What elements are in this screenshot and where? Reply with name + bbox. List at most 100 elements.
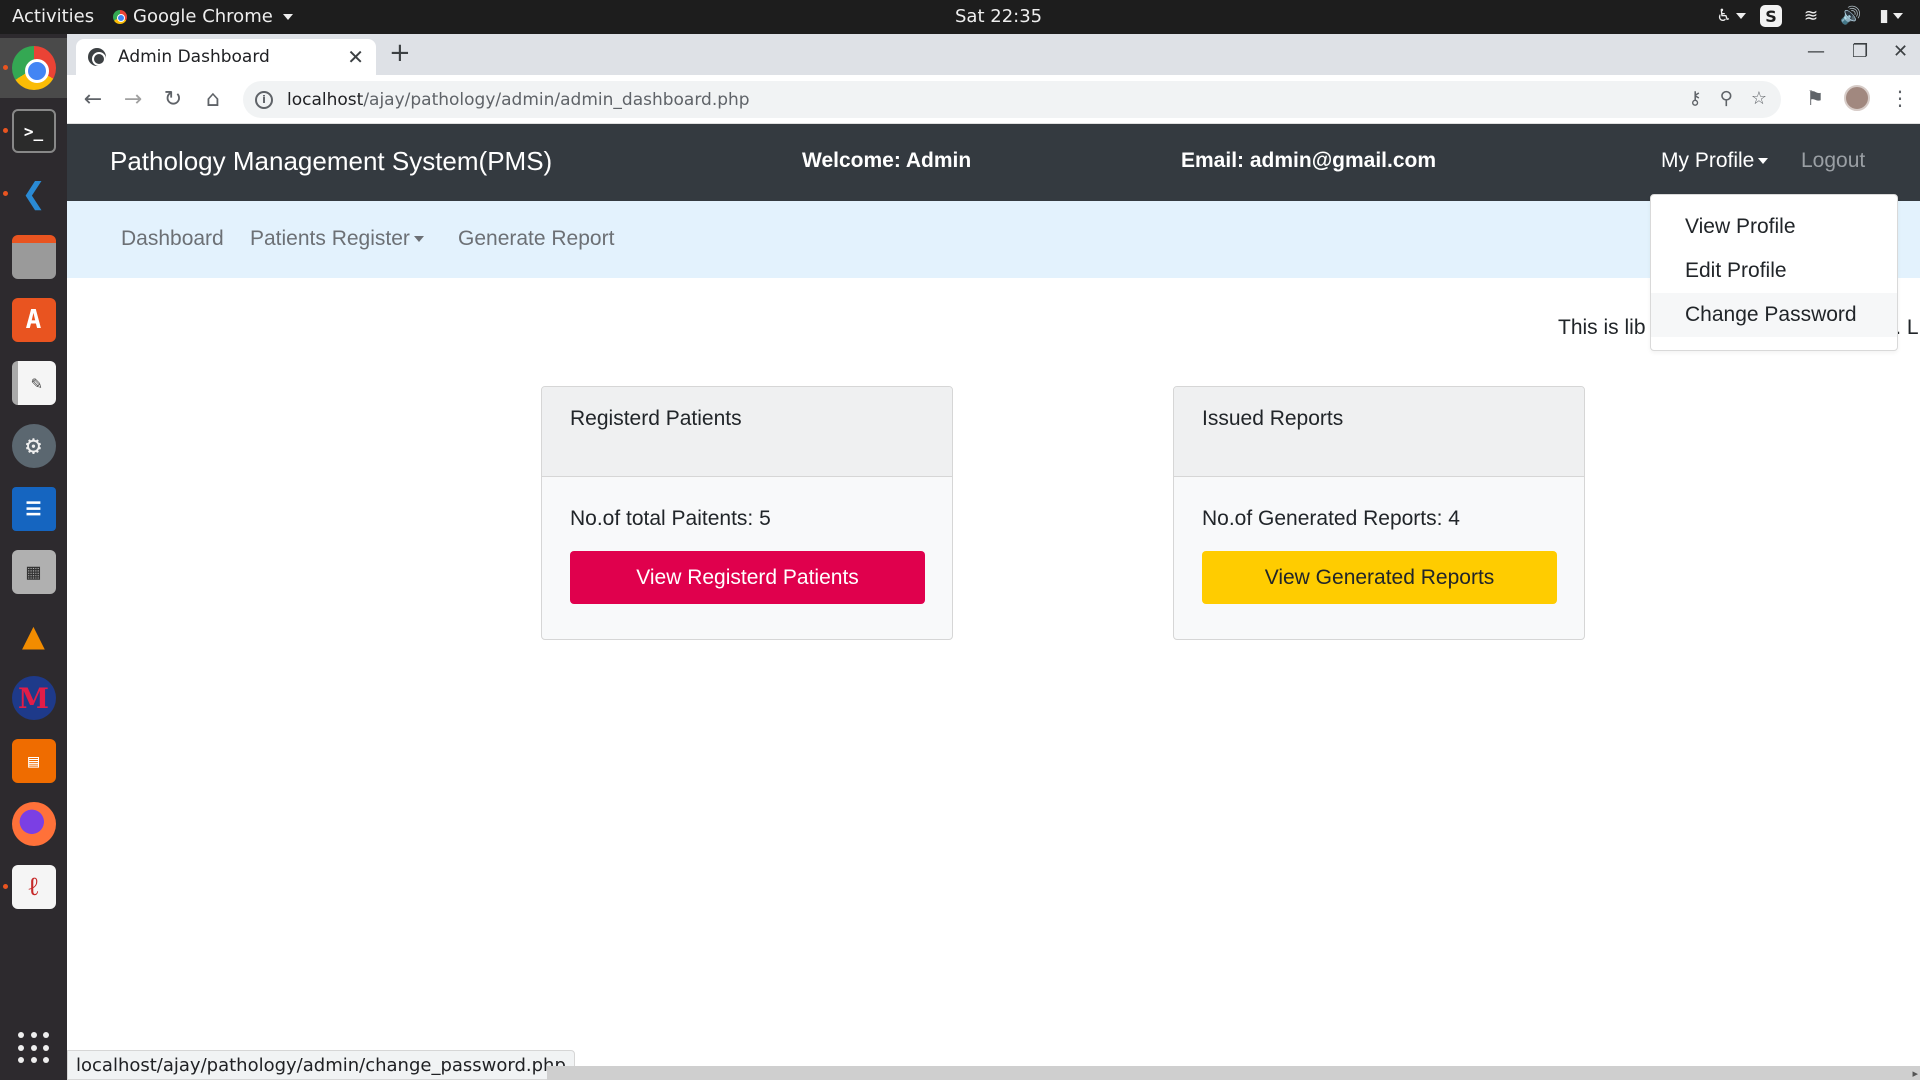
dock-firefox[interactable] <box>0 794 67 854</box>
text-editor-icon: ✎ <box>11 361 56 405</box>
browser-window: Admin Dashboard ✕ + — ❐ ✕ ← → ↻ ⌂ i loca… <box>67 34 1920 1080</box>
system-top-bar: Activities Google Chrome Sat 22:35 ♿ S ≋… <box>0 0 1920 34</box>
secondary-navbar: Dashboard Patients Register Generate Rep… <box>67 201 1920 278</box>
calculator-icon: ▦ <box>11 550 56 594</box>
card-body: No.of total Paitents: 5 View Registerd P… <box>542 477 952 604</box>
dock-m-app[interactable]: M <box>0 668 67 728</box>
dock-impress[interactable]: ▤ <box>0 731 67 791</box>
dock-terminal[interactable]: >_ <box>0 101 67 161</box>
tab-title: Admin Dashboard <box>118 47 270 67</box>
new-tab-button[interactable]: + <box>389 40 411 66</box>
email-text: Email: admin@gmail.com <box>1181 149 1437 172</box>
reports-count: No.of Generated Reports: 4 <box>1202 507 1460 530</box>
site-info-icon[interactable]: i <box>255 90 273 109</box>
chevron-down-icon <box>282 13 293 20</box>
writer-icon: ☰ <box>11 487 56 531</box>
dropdown-view-profile[interactable]: View Profile <box>1651 205 1897 249</box>
view-reports-button[interactable]: View Generated Reports <box>1202 551 1557 604</box>
back-icon[interactable]: ← <box>79 85 107 113</box>
forward-icon[interactable]: → <box>119 85 147 113</box>
activities-button[interactable]: Activities <box>12 6 94 27</box>
url-path: /ajay/pathology/admin/admin_dashboard.ph… <box>363 89 750 110</box>
my-profile-dropdown[interactable]: My Profile <box>1661 149 1769 173</box>
nav-patients-register[interactable]: Patients Register <box>250 227 424 251</box>
dropdown-edit-profile[interactable]: Edit Profile <box>1651 249 1897 293</box>
horizontal-scrollbar[interactable]: ▸ <box>547 1066 1920 1080</box>
dock-software[interactable]: A <box>0 290 67 350</box>
page-viewport: Pathology Management System(PMS) Welcome… <box>67 124 1920 1080</box>
dock-files[interactable] <box>0 227 67 287</box>
show-apps-icon[interactable] <box>18 1032 50 1064</box>
battery-icon: ▮ <box>1879 5 1903 27</box>
registered-patients-card: Registerd Patients No.of total Paitents:… <box>541 386 953 640</box>
minimize-icon[interactable]: — <box>1807 41 1825 62</box>
menu-dots-icon[interactable]: ⋮ <box>1890 86 1910 110</box>
my-profile-label: My Profile <box>1661 149 1755 172</box>
system-tray[interactable]: ♿ S ≋ 🔊 ▮ <box>1716 5 1903 27</box>
wifi-icon: ≋ <box>1803 6 1819 26</box>
card-header: Issued Reports <box>1174 387 1584 477</box>
view-patients-button[interactable]: View Registerd Patients <box>570 551 925 604</box>
draw-icon: ℓ <box>11 865 56 909</box>
nav-patients-register-label: Patients Register <box>250 227 410 250</box>
issued-reports-card: Issued Reports No.of Generated Reports: … <box>1173 386 1585 640</box>
close-window-icon[interactable]: ✕ <box>1893 41 1908 62</box>
profile-dropdown-menu: View Profile Edit Profile Change Passwor… <box>1650 194 1898 351</box>
marquee-text-left: This is lib <box>1558 316 1646 339</box>
address-bar[interactable]: i localhost/ajay/pathology/admin/admin_d… <box>243 81 1781 118</box>
dock-draw[interactable]: ℓ <box>0 857 67 917</box>
dock: >_ ❮ A ✎ ⚙ ☰ ▦ ▲ M ▤ ℓ <box>0 34 67 1080</box>
status-bar-url: localhost/ajay/pathology/admin/change_pa… <box>67 1050 575 1080</box>
star-icon[interactable]: ☆ <box>1751 88 1767 109</box>
zoom-icon[interactable]: ⚲ <box>1720 88 1733 109</box>
dock-chrome[interactable] <box>0 38 67 98</box>
dropdown-change-password[interactable]: Change Password <box>1651 293 1897 337</box>
chevron-down-icon <box>1758 158 1769 165</box>
accessibility-icon[interactable]: ♿ <box>1716 5 1746 27</box>
firefox-icon <box>11 802 56 846</box>
dock-calculator[interactable]: ▦ <box>0 542 67 602</box>
app-menu-label: Google Chrome <box>133 6 273 27</box>
brand-title[interactable]: Pathology Management System(PMS) <box>110 146 552 177</box>
dock-vlc[interactable]: ▲ <box>0 605 67 665</box>
tab-strip: Admin Dashboard ✕ + — ❐ ✕ <box>67 34 1920 75</box>
logout-link[interactable]: Logout <box>1801 149 1865 173</box>
volume-icon: 🔊 <box>1840 6 1862 26</box>
impress-icon: ▤ <box>11 739 56 783</box>
chrome-icon <box>113 9 127 24</box>
skype-icon[interactable]: S <box>1760 5 1782 27</box>
m-app-icon: M <box>11 676 56 720</box>
chevron-down-icon <box>413 236 424 243</box>
app-menu[interactable]: Google Chrome <box>113 6 293 27</box>
nav-dashboard[interactable]: Dashboard <box>121 227 224 251</box>
close-tab-icon[interactable]: ✕ <box>347 47 364 67</box>
dock-vscode[interactable]: ❮ <box>0 164 67 224</box>
nav-generate-report[interactable]: Generate Report <box>458 227 614 251</box>
reload-icon[interactable]: ↻ <box>159 85 187 113</box>
scroll-right-icon[interactable]: ▸ <box>1912 1067 1918 1080</box>
vscode-icon: ❮ <box>21 171 46 217</box>
files-icon <box>11 235 56 279</box>
card-header: Registerd Patients <box>542 387 952 477</box>
dock-text-editor[interactable]: ✎ <box>0 353 67 413</box>
top-navbar: Pathology Management System(PMS) Welcome… <box>67 124 1920 201</box>
profile-avatar[interactable] <box>1844 85 1870 111</box>
clock[interactable]: Sat 22:35 <box>955 6 1042 27</box>
url-host: localhost <box>287 89 364 110</box>
chrome-icon <box>11 46 56 90</box>
restore-icon[interactable]: ❐ <box>1852 41 1868 62</box>
welcome-text: Welcome: Admin <box>802 149 972 172</box>
extensions-icon[interactable]: ⚑ <box>1806 86 1824 110</box>
globe-icon <box>88 48 106 66</box>
terminal-icon: >_ <box>11 109 56 153</box>
card-body: No.of Generated Reports: 4 View Generate… <box>1174 477 1584 604</box>
dock-writer[interactable]: ☰ <box>0 479 67 539</box>
key-icon[interactable]: ⚷ <box>1688 88 1701 109</box>
settings-icon: ⚙ <box>11 424 56 468</box>
patients-count: No.of total Paitents: 5 <box>570 507 771 530</box>
vlc-icon: ▲ <box>22 613 45 657</box>
dock-settings[interactable]: ⚙ <box>0 416 67 476</box>
software-center-icon: A <box>11 298 56 342</box>
home-icon[interactable]: ⌂ <box>199 85 227 113</box>
tab-admin-dashboard[interactable]: Admin Dashboard ✕ <box>76 39 376 75</box>
